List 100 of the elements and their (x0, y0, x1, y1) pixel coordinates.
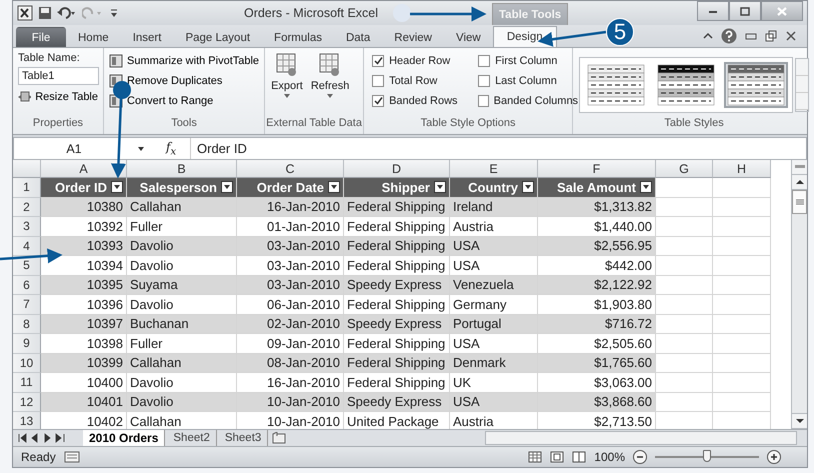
filter-button[interactable] (328, 181, 340, 194)
row-number[interactable]: 2 (13, 198, 41, 217)
status-text: Ready (21, 450, 56, 464)
row-number[interactable]: 9 (13, 334, 41, 354)
ribbon-tab[interactable]: View (444, 27, 493, 47)
ribbon-tab[interactable]: Home (66, 27, 121, 47)
table-cell: $2,556.95 (538, 236, 656, 256)
help-icon[interactable] (721, 28, 737, 44)
table-header-cell: Order ID (41, 178, 127, 198)
column-header[interactable]: E (450, 160, 538, 178)
excel-icon[interactable] (17, 5, 33, 21)
ribbon-tab[interactable]: Formulas (262, 27, 334, 47)
table-style-swatch[interactable] (724, 62, 788, 108)
scroll-thumb[interactable] (792, 190, 807, 214)
formula-field[interactable]: Order ID (190, 138, 806, 159)
checkbox[interactable] (478, 74, 490, 86)
zoom-out-button[interactable] (633, 450, 647, 464)
ribbon-tab[interactable]: Page Layout (173, 27, 262, 47)
option-label: First Column (495, 54, 558, 66)
zoom-in-button[interactable] (767, 450, 781, 464)
table-name-field[interactable]: Table1 (18, 67, 99, 85)
name-box[interactable]: A1 (14, 142, 134, 156)
minimize-button[interactable] (697, 1, 729, 21)
filter-button[interactable] (522, 181, 534, 194)
zoom-slider-thumb[interactable] (703, 450, 711, 462)
table-cell: USA (450, 392, 538, 412)
context-tab-group: Table Tools (492, 2, 568, 26)
row-number[interactable]: 4 (13, 236, 41, 256)
filter-button[interactable] (434, 181, 446, 194)
filter-button[interactable] (221, 181, 233, 194)
column-header[interactable]: D (344, 160, 450, 178)
group-label: Table Styles (663, 117, 725, 131)
scroll-down-button[interactable] (792, 413, 807, 429)
close-icon[interactable] (785, 30, 797, 42)
table-cell: 10395 (41, 276, 127, 295)
column-header[interactable]: B (127, 160, 237, 178)
horizontal-scrollbar[interactable] (485, 431, 797, 445)
row-number[interactable]: 11 (13, 373, 41, 392)
collapse-ribbon-icon[interactable] (703, 31, 713, 41)
table-cell: $3,868.60 (538, 392, 656, 412)
checkbox[interactable] (478, 54, 490, 66)
insert-sheet-icon[interactable] (270, 432, 288, 444)
empty-cell (713, 295, 771, 314)
ribbon-tab[interactable]: File (16, 27, 66, 47)
row-number[interactable]: 8 (13, 314, 41, 334)
column-header[interactable]: C (237, 160, 344, 178)
checkbox[interactable] (372, 54, 384, 66)
empty-cell (656, 334, 713, 354)
caret-icon (643, 185, 649, 190)
table-header-cell: Sale Amount (538, 178, 656, 198)
ribbon-tab[interactable]: Data (334, 27, 382, 47)
minimize-icon (708, 8, 718, 14)
caret-icon (224, 185, 230, 190)
row-number[interactable]: 10 (13, 354, 41, 373)
normal-view-icon[interactable] (528, 451, 542, 463)
table-cell: Federal Shipping (344, 354, 450, 373)
scroll-up-button[interactable] (792, 175, 807, 190)
column-header[interactable]: G (656, 160, 713, 178)
column-header[interactable]: H (713, 160, 771, 178)
row-number[interactable]: 1 (13, 178, 41, 198)
page-break-icon[interactable] (572, 451, 586, 463)
undo-icon[interactable] (57, 6, 77, 20)
ribbon-tab[interactable]: Review (382, 27, 444, 47)
page-layout-icon[interactable] (550, 451, 564, 463)
save-icon[interactable] (38, 6, 52, 20)
minimize-icon[interactable] (745, 31, 757, 41)
empty-cell (656, 295, 713, 314)
group-label: External Table Data (265, 117, 363, 131)
restore-icon[interactable] (765, 30, 777, 42)
split-handle[interactable] (792, 160, 807, 175)
row-number[interactable]: 12 (13, 392, 41, 412)
ribbon-button[interactable]: Export (271, 52, 303, 117)
filter-button[interactable] (111, 181, 123, 194)
ribbon-tab[interactable]: Insert (120, 27, 174, 47)
macro-record-icon[interactable] (64, 451, 80, 463)
grip-icon (794, 165, 804, 169)
function-button[interactable]: f$_{x}$ (166, 140, 186, 158)
ribbon-button[interactable]: Refresh (310, 52, 350, 117)
column-header[interactable]: A (41, 160, 127, 178)
table-header-cell: Country (450, 178, 538, 198)
sheet-tab[interactable]: 2010 Orders (83, 430, 166, 446)
ribbon-tab[interactable]: Design (492, 26, 557, 47)
column-header[interactable]: F (538, 160, 656, 178)
checkbox[interactable] (372, 74, 384, 86)
resize-table-button[interactable]: Resize Table (18, 88, 98, 105)
row-number[interactable]: 6 (13, 276, 41, 295)
checkbox[interactable] (372, 94, 384, 106)
filter-button[interactable] (640, 181, 652, 194)
row-number[interactable]: 3 (13, 217, 41, 236)
dropdown-icon[interactable] (138, 146, 144, 150)
tool-button[interactable]: Summarize with PivotTable (109, 52, 260, 69)
empty-cell (713, 256, 771, 276)
checkbox[interactable] (478, 94, 489, 106)
table-cell: 16-Jan-2010 (237, 198, 344, 217)
row-number[interactable]: 7 (13, 295, 41, 314)
zoom-level[interactable]: 100% (594, 450, 625, 464)
table-cell: $2,122.92 (538, 276, 656, 295)
table-header-cell: Shipper (344, 178, 450, 198)
maximize-button[interactable] (729, 1, 761, 21)
table-cell: 10380 (41, 198, 127, 217)
